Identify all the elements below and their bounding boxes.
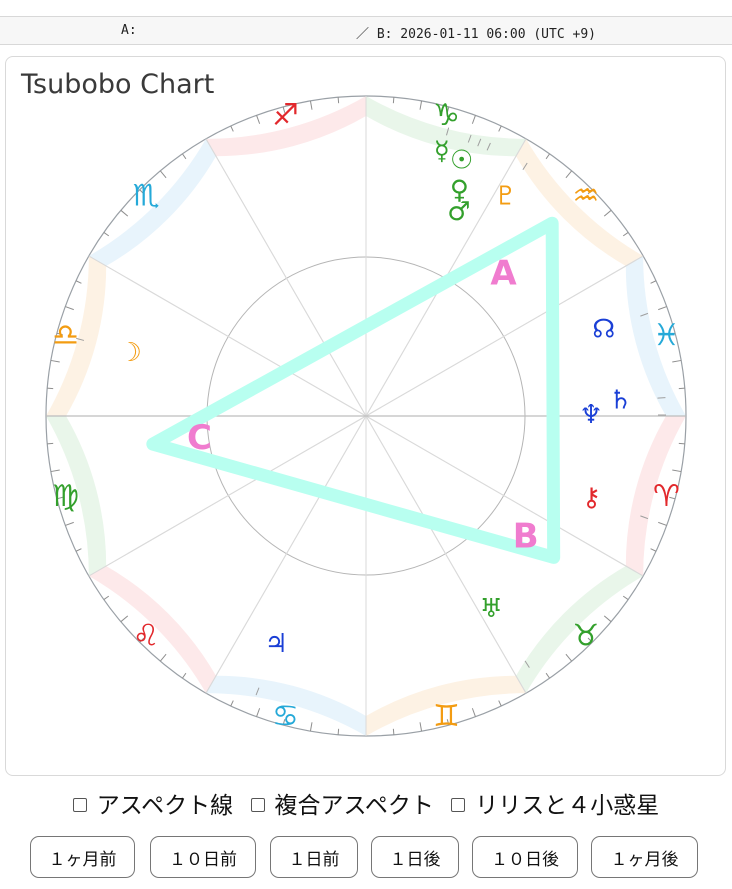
degree-tick [159,170,167,179]
capricorn-glyph: ♑ [433,98,460,133]
degree-tick [622,232,629,237]
aspect-lines-checkbox[interactable] [72,797,87,812]
degree-tick [159,653,167,662]
degree-tick [120,615,129,623]
composite-aspect-label: 複合アスペクト [274,793,434,819]
degree-tick [50,359,60,363]
degree-tick [47,387,54,390]
navigation-buttons: １ヶ月前 １０日前 １日前 １日後 １０日後 １ヶ月後 [0,836,732,880]
jupiter-icon: ♃ [265,629,288,659]
scorpio-glyph: ♏ [133,179,160,214]
degree-tick [103,595,110,600]
node-icon: ☊ [592,314,615,344]
degree-tick [120,209,129,217]
degree-tick [678,442,685,445]
mars-icon: ♂ [447,197,470,227]
mercury-icon: ☿ [434,137,450,167]
degree-tick [392,97,395,104]
degree-tick [565,170,573,179]
degree-tick [672,469,682,473]
composite-aspect-option[interactable]: 複合アスペクト [250,786,434,820]
degree-tick [622,595,629,600]
degree-tick [678,387,685,390]
aries-glyph: ♈ [653,479,680,514]
degree-tick [498,700,502,707]
libra-glyph: ♎ [52,318,79,353]
degree-tick [658,306,667,311]
degree-tick [471,708,476,717]
degree-tick [498,125,502,132]
leo-glyph: ♌ [133,618,160,653]
chart-title: Tsubobo Chart [21,69,215,100]
moon-icon: ☽ [119,338,142,368]
aquarius-glyph: ♒ [572,179,599,214]
date-info-bar: A: ／ B: 2026-01-11 06:00 (UTC +9) [0,16,732,45]
degree-tick [230,125,234,132]
options-row: アスペクト線 複合アスペクト リリスと４小惑星 [0,786,732,820]
degree-tick [65,521,74,526]
degree-tick [419,100,423,110]
degree-tick [603,615,612,623]
pluto-icon: ♇ [494,182,517,212]
degree-tick [65,306,74,311]
degree-tick [545,672,550,679]
degree-tick [545,153,550,160]
ten-days-before-button[interactable]: １０日前 [150,836,256,878]
pattern-point-c: C [187,418,212,458]
degree-tick [182,672,187,679]
lilith-asteroids-checkbox[interactable] [451,797,466,812]
saturn-icon: ♄ [609,385,632,415]
degree-tick [256,708,261,717]
aspect-lines-option[interactable]: アスペクト線 [72,786,234,820]
degree-tick [309,100,313,110]
cancer-glyph: ♋ [272,699,299,734]
degree-tick [419,722,423,732]
pisces-glyph: ♓ [653,318,680,353]
degree-tick [50,469,60,473]
horoscope-wheel: ♈♉♊♋♌♍♎♏♐ ♑♒♓ABC☉☿♀♂☽♃♄♅♆♇☊⚷ [45,95,687,737]
chart-a-date: A: [121,23,137,38]
uranus-icon: ♅ [480,594,503,624]
chiron-icon: ⚷ [582,483,601,513]
neptune-icon: ♆ [579,400,602,430]
one-month-before-button[interactable]: １ヶ月前 [30,836,135,878]
degree-tick [471,115,476,124]
degree-tick [47,442,54,445]
chart-card: ♈ ♉ ♊ ♋ ♌ ♍ ♎ ♏ ♐ ♑ ♒ ♓ A B C ☉ ☿ ♀ ♂ ☽ ♃ ♄ ♅ ♆ ♇ ☊ ⚷ Tsubobo Char… [5,56,726,776]
degree-tick [650,548,657,552]
sun-icon: ☉ [450,145,473,175]
aspect-lines-label: アスペクト線 [96,793,234,819]
degree-tick [565,653,573,662]
one-month-after-button[interactable]: １ヶ月後 [591,836,698,878]
one-day-after-button[interactable]: １日後 [371,836,459,878]
degree-tick [230,700,234,707]
degree-tick [650,280,657,284]
chart-b-date: ／ B: 2026-01-11 06:00 (UTC +9) [356,27,596,42]
degree-tick [182,153,187,160]
degree-tick [337,97,340,104]
sagittarius-glyph: ♐ [272,98,299,133]
degree-tick [256,115,261,124]
one-day-before-button[interactable]: １日前 [270,836,358,878]
degree-tick [672,359,682,363]
degree-tick [392,728,395,735]
degree-tick [75,280,82,284]
composite-aspect-checkbox[interactable] [250,797,265,812]
degree-tick [603,209,612,217]
degree-tick [75,548,82,552]
lilith-asteroids-label: リリスと４小惑星 [475,793,660,819]
lilith-asteroids-option[interactable]: リリスと４小惑星 [451,786,659,820]
degree-tick [337,728,340,735]
gemini-glyph: ♊ [433,699,460,734]
degree-tick [658,521,667,526]
degree-tick [103,232,110,237]
ten-days-after-button[interactable]: １０日後 [472,836,578,878]
taurus-glyph: ♉ [572,618,599,653]
degree-tick [309,722,313,732]
pattern-point-a: A [490,254,517,294]
pattern-point-b: B [513,516,539,556]
virgo-glyph: ♍ [52,479,79,514]
